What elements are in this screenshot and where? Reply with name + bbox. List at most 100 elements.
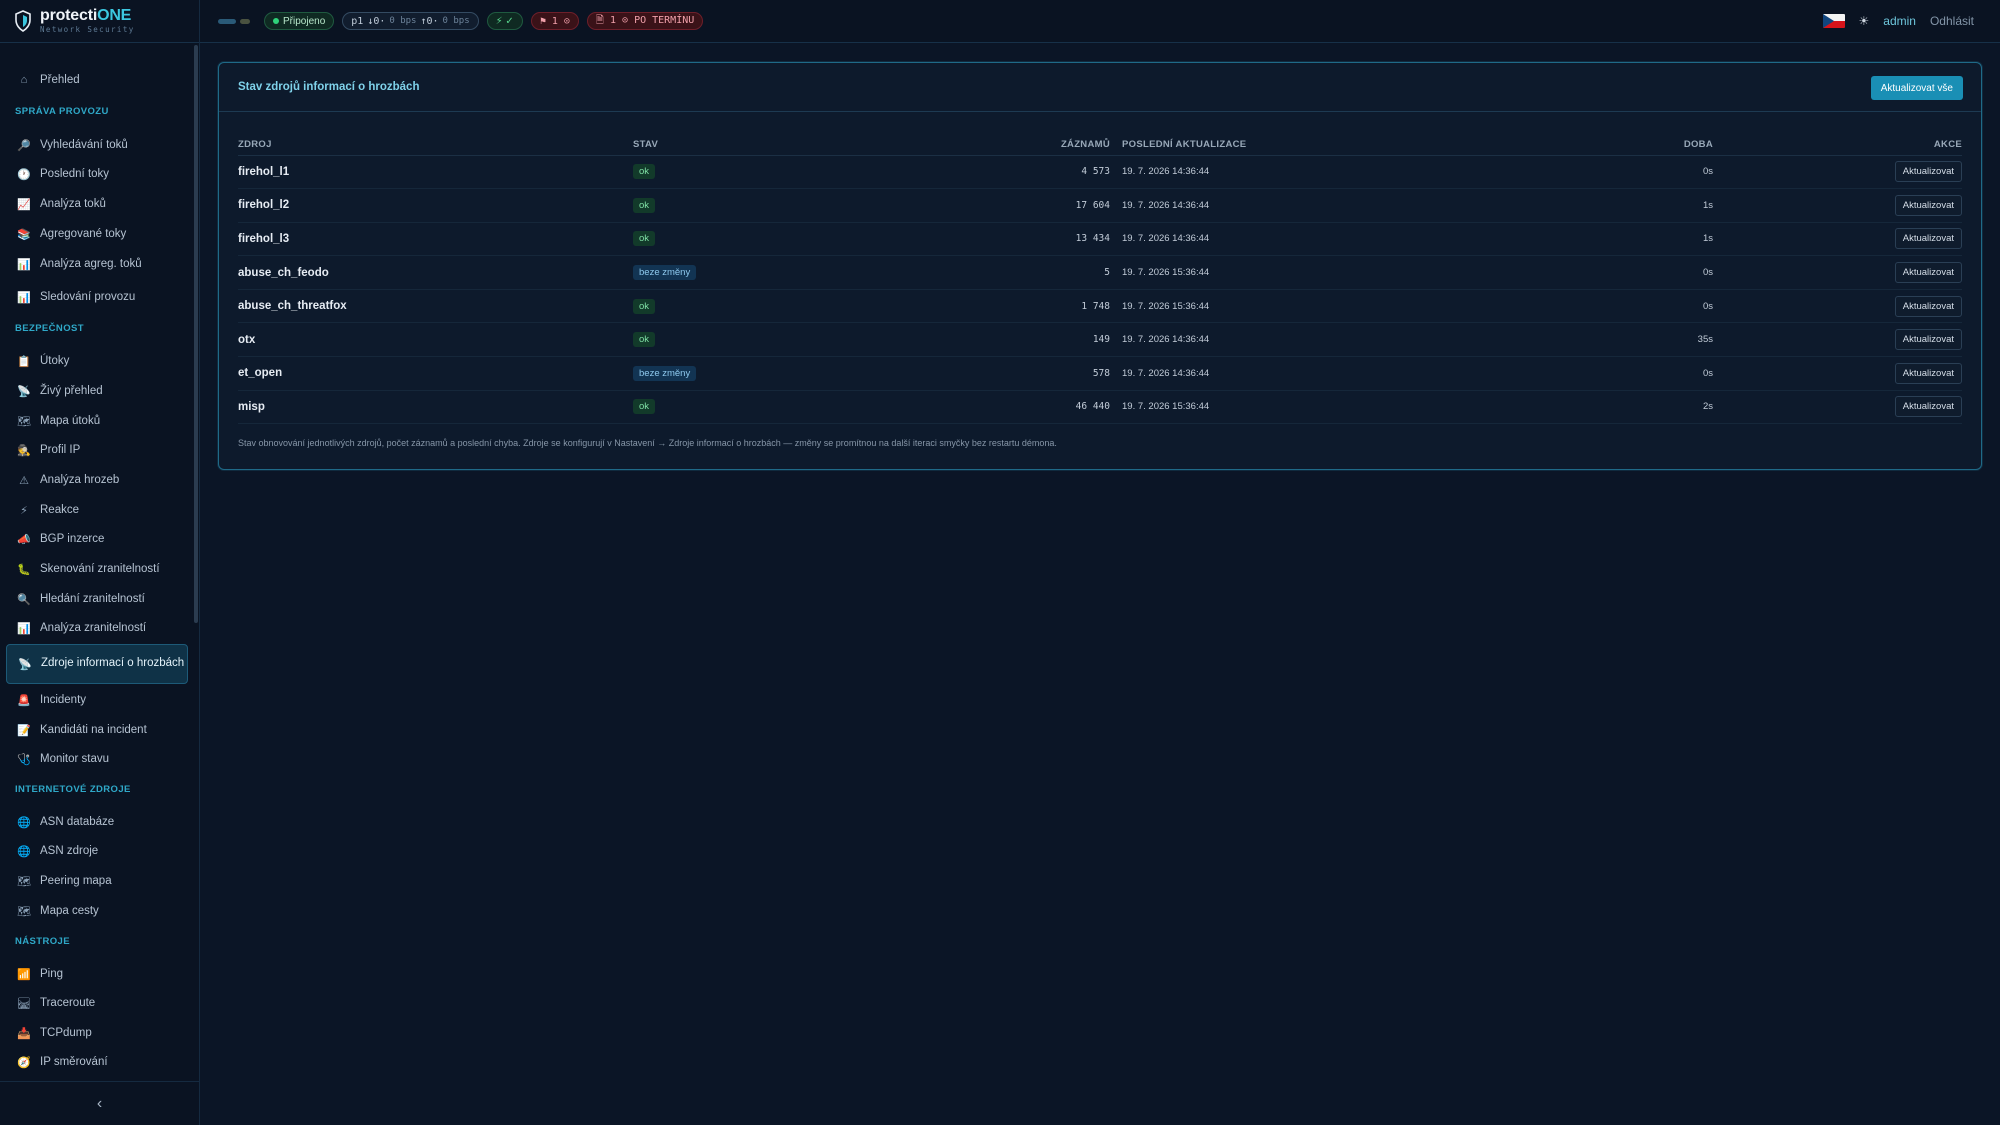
feeds-table: ZDROJ STAV ZÁZNAMŮ POSLEDNÍ AKTUALIZACE … [238,135,1962,425]
sidebar-item-label: Přehled [40,74,80,86]
sidebar: ⌂ Přehled SPRÁVA PROVOZU 🔎 Vyhledávání toků 🕐… [0,43,200,1125]
feed-records: 149 [833,322,1122,358]
sidebar-icon: ⚡ [20,504,28,517]
feed-source: abuse_ch_threatfox [238,289,633,324]
sidebar-icon: 🐛 [17,563,31,576]
refresh-feed-button[interactable]: Aktualizovat [1894,194,1962,216]
alerts-badge[interactable]: ⚑ 1 ⊙ [530,12,579,30]
sidebar-item-ping[interactable]: 📶 Ping [6,961,188,987]
sidebar-item-ip-smerovani[interactable]: 🧭 IP směrování [6,1049,188,1075]
refresh-feed-button[interactable]: Aktualizovat [1894,362,1962,384]
panel-footnote: Stav obnovování jednotlivých zdrojů, poč… [238,438,1057,448]
refresh-feed-button[interactable]: Aktualizovat [1894,329,1962,351]
sidebar-item-analyza-hrozeb[interactable]: ⚠ Analýza hrozeb [6,467,188,493]
sidebar-section-title: INTERNETOVÉ ZDROJE [15,784,131,795]
sidebar-item-vyhledavani-toku[interactable]: 🔎 Vyhledávání toků [6,132,188,158]
sidebar-item-mapa-utoku[interactable]: 🗺 Mapa útoků [6,408,188,434]
sidebar-item-label: Zdroje informací o hrozbách [41,657,185,670]
sidebar-item-label: TCPdump [40,1027,92,1039]
table-row: firehol_l1 ok 4 573 19. 7. 2026 14:36:44 0s A… [238,155,1962,190]
sidebar-item-kandidati-na-incident[interactable]: 📝 Kandidáti na incident [6,717,188,743]
sidebar-item-asn-zdroje[interactable]: 🌐 ASN zdroje [6,838,188,864]
feed-source: misp [238,390,633,425]
sidebar-item-bgp-inzerce[interactable]: 📣 BGP inzerce [6,526,188,552]
logout-link[interactable]: Odhlásit [1930,14,1974,28]
theme-toggle-icon[interactable]: ☀ [1859,14,1870,28]
table-row: abuse_ch_threatfox ok 1 748 19. 7. 2026 15:… [238,289,1962,324]
sidebar-item-peering-mapa[interactable]: 🗺 Peering mapa [6,868,188,894]
column-header-source[interactable]: ZDROJ [238,135,633,156]
refresh-feed-button[interactable]: Aktualizovat [1894,262,1962,284]
sidebar-icon: 🩺 [17,753,31,766]
status-badge: ok [633,231,656,247]
refresh-feed-button[interactable]: Aktualizovat [1894,228,1962,250]
table-row: firehol_l2 ok 17 604 19. 7. 2026 14:36:44 1s… [238,188,1962,223]
sidebar-item-profil-ip[interactable]: 🕵 Profil IP [6,437,188,463]
sidebar-icon: 🗺 [17,875,31,888]
health-check-badge[interactable]: ⚡ ✓ [486,12,523,30]
column-header-duration[interactable]: DOBA [1422,135,1713,156]
shield-logo-icon [15,10,31,32]
sidebar-item-asn-databaze[interactable]: 🌐 ASN databáze [6,809,188,835]
refresh-feed-button[interactable]: Aktualizovat [1894,396,1962,418]
sidebar-icon: 📥 [17,1027,31,1040]
sidebar-item-sledovani-provozu[interactable]: 📊 Sledování provozu [6,284,188,310]
sidebar-item-label: Analýza agreg. toků [40,258,142,270]
feed-duration: 0s [1422,356,1713,391]
sidebar-item-label: ASN databáze [40,816,115,828]
sidebar-icon: 🔎 [17,139,31,152]
sidebar-item-mapa-cesty[interactable]: 🗺 Mapa cesty [6,898,188,924]
activity-indicator [218,18,250,24]
refresh-feed-button[interactable]: Aktualizovat [1894,161,1962,183]
sidebar-item-label: Sledování provozu [40,291,136,303]
sidebar-item-zdroje-informaci-o-hrozbach[interactable]: 📡 Zdroje informací o hrozbách [6,644,188,684]
sidebar-scrollbar[interactable] [194,45,198,623]
sidebar-item-posledni-toky[interactable]: 🕐 Poslední toky [6,161,188,187]
sidebar-icon: ⚠ [19,474,29,487]
feed-source: firehol_l2 [238,188,633,223]
sidebar-item-traceroute[interactable]: 🛤 Traceroute [6,990,188,1016]
feed-records: 4 573 [833,155,1122,190]
connection-status[interactable]: Připojeno [264,12,335,30]
sidebar-icon: 📊 [17,258,31,271]
sidebar-icon: 📋 [17,355,31,368]
sidebar-item-analyza-zranitelnosti[interactable]: 📊 Analýza zranitelností [6,615,188,641]
sidebar-item-label: Vyhledávání toků [40,139,128,151]
column-header-last-update[interactable]: POSLEDNÍ AKTUALIZACE [1122,135,1422,156]
user-name[interactable]: admin [1883,14,1916,28]
sidebar-item-hledani-zranitelnosti[interactable]: 🔍 Hledání zranitelností [6,586,188,612]
sidebar-icon: 📣 [17,533,31,546]
sidebar-item-skenovani-zranitelnosti[interactable]: 🐛 Skenování zranitelností [6,556,188,582]
sidebar-item-utoky[interactable]: 📋 Útoky [6,348,188,374]
sidebar-item-incidenty[interactable]: 🚨 Incidenty [6,687,188,713]
feed-last-update: 19. 7. 2026 14:36:44 [1122,155,1422,190]
sidebar-item-label: Analýza zranitelností [40,622,147,634]
czech-flag-icon[interactable] [1822,14,1845,28]
column-header-records[interactable]: ZÁZNAMŮ [833,135,1122,156]
sidebar-icon: 🗺 [17,905,31,918]
sidebar-item-tcpdump[interactable]: 📥 TCPdump [6,1020,188,1046]
sidebar-icon: 🧭 [17,1056,31,1069]
sidebar-item-analyza-toku[interactable]: 📈 Analýza toků [6,191,188,217]
sidebar-item-label: Profil IP [40,444,81,456]
refresh-all-button[interactable]: Aktualizovat vše [1870,76,1963,100]
brand[interactable]: protectiONE Network Security [0,0,200,43]
sidebar-item-reakce[interactable]: ⚡ Reakce [6,497,188,523]
sidebar-item-label: Skenování zranitelností [40,563,160,575]
feed-last-update: 19. 7. 2026 14:36:44 [1122,188,1422,223]
refresh-feed-button[interactable]: Aktualizovat [1894,295,1962,317]
sidebar-item-agregovane-toky[interactable]: 📚 Agregované toky [6,221,188,247]
column-header-status[interactable]: STAV [633,135,833,156]
traffic-indicator[interactable]: p1 ↓0· 0 bps ↑0· 0 bps [342,12,479,30]
sidebar-item-prehled[interactable]: ⌂ Přehled [6,67,188,93]
sidebar-icon: 📚 [17,228,31,241]
sidebar-item-monitor-stavu[interactable]: 🩺 Monitor stavu [6,746,188,772]
overdue-badge[interactable]: 🗎 1 ⊙ PO TERMÍNU [586,12,704,30]
collapse-sidebar-button[interactable]: ‹ [0,1081,199,1125]
feed-duration: 1s [1422,222,1713,257]
sidebar-item-analyza-agreg-toku[interactable]: 📊 Analýza agreg. toků [6,251,188,277]
sidebar-item-zivy-prehled[interactable]: 📡 Živý přehled [6,378,188,404]
feed-source: et_open [238,356,633,391]
sidebar-icon: 🌐 [17,816,31,829]
feed-records: 46 440 [833,390,1122,425]
